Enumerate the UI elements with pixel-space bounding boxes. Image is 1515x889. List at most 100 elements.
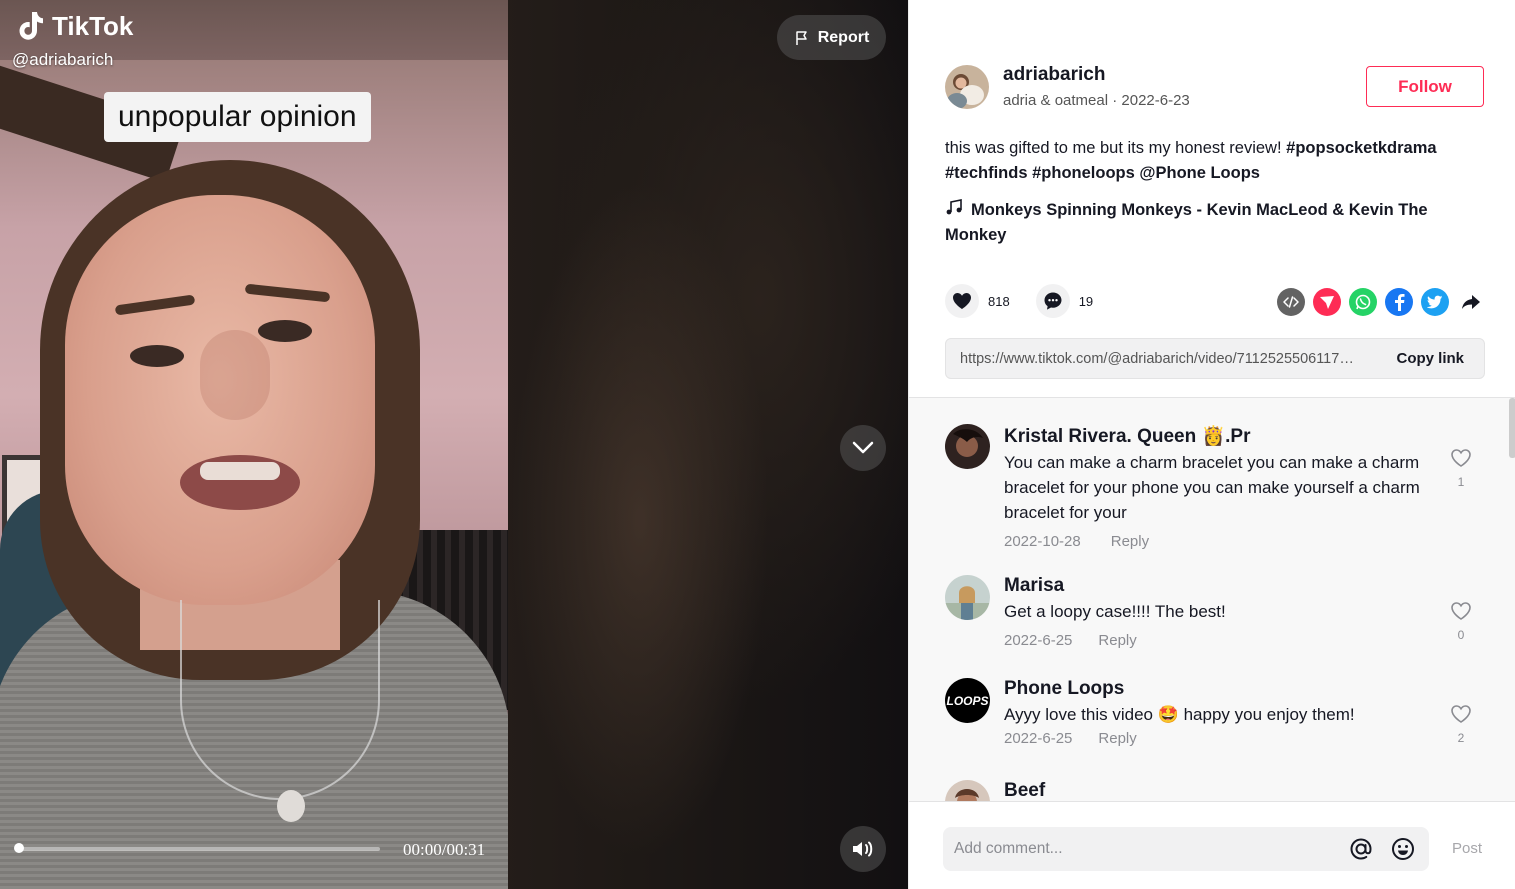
share-link-box: https://www.tiktok.com/@adriabarich/vide… (945, 338, 1485, 379)
comment-avatar[interactable] (945, 424, 990, 469)
comment-input[interactable] (954, 840, 1345, 858)
comment-date: 2022-6-25 (1004, 632, 1073, 649)
share-link-url[interactable]: https://www.tiktok.com/@adriabarich/vide… (946, 351, 1372, 367)
send-icon[interactable] (1313, 288, 1341, 316)
comment-like[interactable]: 1 (1449, 448, 1473, 489)
tiktok-logo[interactable]: TikTok (16, 10, 133, 42)
comment-like[interactable]: 2 (1449, 704, 1473, 745)
post-comment-button[interactable]: Post (1452, 840, 1482, 857)
video-progress-bar[interactable] (18, 847, 380, 851)
comment-item: Marisa Get a loopy case!!!! The best! 20… (945, 575, 1505, 649)
comment-avatar[interactable]: LOOPS (945, 678, 990, 723)
comment-body: Phone Loops Ayyy love this video 🤩 happy… (1004, 678, 1434, 747)
author-avatar-image (945, 64, 989, 109)
mention-at-icon[interactable] (1345, 833, 1377, 865)
video-player[interactable]: TikTok @adriabarich unpopular opinion 00… (0, 0, 908, 889)
flag-icon (795, 30, 807, 45)
comment-author[interactable]: Phone Loops (1004, 678, 1434, 700)
comment-item: LOOPS Phone Loops Ayyy love this video 🤩… (945, 678, 1505, 747)
reply-button[interactable]: Reply (1111, 533, 1149, 550)
reply-button[interactable]: Reply (1098, 632, 1136, 649)
comment-like[interactable]: 0 (1449, 601, 1473, 642)
comment-body: Marisa Get a loopy case!!!! The best! 20… (1004, 575, 1434, 649)
embed-icon[interactable] (1277, 288, 1305, 316)
mention-phone-loops[interactable]: @Phone Loops (1139, 164, 1260, 182)
copy-link-button[interactable]: Copy link (1372, 350, 1484, 367)
music-title: Monkeys Spinning Monkeys - Kevin MacLeod… (945, 201, 1428, 244)
author-info[interactable]: adriabarich adria & oatmeal · 2022-6-23 (945, 64, 1190, 109)
share-arrow-icon[interactable] (1457, 288, 1485, 316)
comment-text: Get a loopy case!!!! The best! (1004, 602, 1226, 621)
video-text-overlay: unpopular opinion (104, 92, 371, 142)
report-button[interactable]: Report (777, 15, 886, 60)
hashtag-phoneloops[interactable]: #phoneloops (1032, 164, 1135, 182)
video-author-handle: @adriabarich (12, 50, 114, 69)
video-scene-eye-right (258, 320, 312, 342)
like-button[interactable] (945, 284, 979, 318)
comment-meta: 2022-6-25 Reply (1004, 632, 1434, 649)
tiktok-logo-icon (19, 12, 43, 40)
comment-button[interactable] (1035, 284, 1070, 318)
music-info[interactable]: Monkeys Spinning Monkeys - Kevin MacLeod… (945, 198, 1485, 248)
video-scene-pendant (277, 790, 305, 822)
comment-item: Kristal Rivera. Queen 👸.Pr You can make … (945, 424, 1505, 550)
heart-outline-icon (1451, 449, 1471, 467)
share-options (1277, 288, 1485, 316)
comment-author[interactable]: Marisa (1004, 575, 1434, 597)
volume-button[interactable] (840, 826, 886, 872)
author-text: adriabarich adria & oatmeal · 2022-6-23 (1003, 64, 1190, 109)
heart-icon (953, 293, 971, 309)
comment-item: Beef (945, 780, 1505, 801)
emoji-icon[interactable] (1387, 833, 1419, 865)
facebook-icon[interactable] (1385, 288, 1413, 316)
like-count: 818 (988, 293, 1010, 309)
hashtag-popsocketkdrama[interactable]: #popsocketkdrama (1286, 139, 1436, 157)
comment-text: Ayyy love this video 🤩 happy you enjoy t… (1004, 705, 1355, 724)
reply-button[interactable]: Reply (1098, 730, 1136, 747)
comment-author[interactable]: Kristal Rivera. Queen 👸.Pr (1004, 424, 1434, 448)
comment-meta: 2022-6-25 Reply (1004, 730, 1434, 747)
description-text: this was gifted to me but its my honest … (945, 139, 1287, 157)
music-note-icon (945, 198, 963, 223)
video-detail-sidebar: adriabarich adria & oatmeal · 2022-6-23 … (908, 0, 1515, 889)
video-scene-nose (200, 330, 270, 420)
heart-outline-icon (1451, 602, 1471, 620)
svg-text:LOOPS: LOOPS (946, 694, 988, 708)
comment-bubble-icon (1044, 292, 1062, 310)
comment-body: Kristal Rivera. Queen 👸.Pr You can make … (1004, 424, 1434, 550)
tiktok-logo-text: TikTok (52, 10, 134, 41)
video-scene-teeth (200, 462, 280, 480)
comment-like-count: 2 (1457, 731, 1465, 745)
comment-avatar[interactable] (945, 780, 990, 801)
author-subtitle: adria & oatmeal · 2022-6-23 (1003, 92, 1190, 109)
phone-loops-logo: LOOPS (945, 678, 990, 723)
speaker-icon (853, 841, 873, 857)
comment-count: 19 (1078, 293, 1094, 309)
comment-text: You can make a charm bracelet you can ma… (1004, 453, 1420, 522)
hashtag-techfinds[interactable]: #techfinds (945, 164, 1028, 182)
whatsapp-icon[interactable] (1349, 288, 1377, 316)
follow-button[interactable]: Follow (1366, 66, 1484, 107)
comment-date: 2022-6-25 (1004, 730, 1073, 747)
comment-meta: 2022-10-28 Reply (1004, 533, 1434, 550)
chevron-down-icon (852, 441, 874, 454)
video-frame[interactable]: TikTok @adriabarich unpopular opinion 00… (0, 0, 508, 889)
video-progress-knob[interactable] (14, 843, 24, 853)
author-username[interactable]: adriabarich (1003, 64, 1190, 86)
twitter-icon[interactable] (1421, 288, 1449, 316)
video-scene-necklace (180, 600, 380, 800)
comment-body: Beef (1004, 780, 1434, 801)
comments-scrollbar[interactable] (1509, 398, 1515, 458)
video-scene-eye-left (130, 345, 184, 367)
next-video-button[interactable] (840, 425, 886, 471)
comment-avatar[interactable] (945, 575, 990, 620)
comment-composer: Post (909, 801, 1515, 889)
comment-like-count: 0 (1457, 628, 1465, 642)
comment-author[interactable]: Beef (1004, 780, 1434, 801)
engagement-stats: 818 19 (945, 284, 1111, 318)
author-avatar[interactable] (945, 64, 989, 109)
video-description: this was gifted to me but its my honest … (945, 136, 1485, 186)
comment-date: 2022-10-28 (1004, 533, 1081, 550)
comment-list[interactable]: Kristal Rivera. Queen 👸.Pr You can make … (909, 398, 1515, 801)
comment-like-count: 1 (1457, 475, 1465, 489)
